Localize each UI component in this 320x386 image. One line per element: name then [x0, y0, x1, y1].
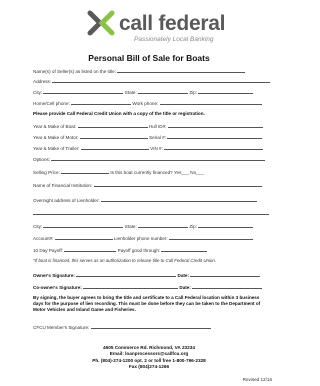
account-field[interactable]: [54, 234, 113, 240]
lien-city-state-zip-row: City: State: Zip:: [33, 222, 254, 229]
work-phone-field[interactable]: [159, 99, 262, 105]
lien-city-label: City:: [33, 224, 43, 229]
financial-institution-row: Name of Financial Institution:: [33, 181, 262, 188]
hull-id-field[interactable]: [167, 122, 263, 128]
year-make-trailer-field[interactable]: [80, 144, 149, 150]
vin-label: VIN #:: [150, 146, 163, 151]
financial-institution-label: Name of Financial Institution:: [33, 183, 93, 188]
city-state-zip-row: City: State: Zip:: [33, 88, 254, 95]
state-label: State:: [124, 90, 137, 95]
owner-signature-field[interactable]: [76, 271, 177, 277]
logo-tagline: Passionately Local Banking: [134, 36, 214, 43]
spacer-address-row: [33, 209, 269, 215]
footer: 4605 Commerce Rd. Richmond, VA 23234 Ema…: [0, 345, 298, 371]
address-row: Address:: [33, 77, 271, 84]
selling-price-label: Selling Price:: [33, 170, 60, 175]
lienholder-phone-field[interactable]: [168, 234, 253, 240]
work-phone-label: Work phone:: [132, 101, 159, 106]
overnight-address-row: Overnight address of Lienholder:: [33, 196, 257, 203]
owner-signature-label: Owner's Signature:: [33, 273, 75, 278]
cfcu-signature-field[interactable]: [90, 323, 211, 329]
sellers-name-label: Name(s) of Seller(s) as listed on the ti…: [33, 69, 116, 74]
payoff-good-through-label: Payoff good through:: [117, 248, 161, 253]
lien-zip-field[interactable]: [198, 222, 254, 228]
year-make-motor-field[interactable]: [79, 133, 148, 139]
boat-financed-label[interactable]: Is this boat currently financed? Yes___ …: [110, 170, 203, 175]
payoff-good-through-field[interactable]: [161, 246, 208, 252]
co-owner-date-label: Date:: [179, 285, 191, 290]
owner-date-label: Date:: [177, 273, 190, 278]
title-notice: Please provide Call Federal Credit Union…: [33, 111, 205, 116]
sellers-name-field[interactable]: [117, 67, 246, 73]
payoff-10day-label: 10 Day Payoff:: [33, 248, 64, 253]
call-federal-logo: call federal Passionately Local Banking: [86, 9, 225, 49]
overnight-address-line-2[interactable]: [33, 209, 269, 215]
cfcu-signature-row: CFCU Member's Signature:: [33, 323, 211, 330]
boat-row: Year & Make of Boat: Hull ID#:: [33, 122, 263, 129]
sellers-name-row: Name(s) of Seller(s) as listed on the ti…: [33, 67, 246, 74]
lien-state-field[interactable]: [138, 222, 189, 228]
owner-date-field[interactable]: [190, 271, 261, 277]
financial-institution-field[interactable]: [93, 181, 262, 187]
account-row: Account#: Lienholder phone number:: [33, 234, 253, 241]
cfcu-signature-label: CFCU Member's Signature:: [33, 325, 90, 330]
zip-field[interactable]: [198, 88, 254, 94]
co-owner-signature-field[interactable]: [83, 283, 179, 289]
form-title: Personal Bill of Sale for Boats: [88, 53, 210, 63]
year-make-boat-label: Year & Make of Boat:: [33, 124, 77, 129]
logo-name: call federal: [119, 12, 226, 35]
home-cell-phone-label: Home/Cell phone:: [33, 101, 70, 106]
address-label: Address:: [33, 79, 52, 84]
address-field[interactable]: [52, 77, 271, 83]
phone-row: Home/Cell phone: Work phone:: [33, 99, 262, 106]
lienholder-phone-label: Lienholder phone number:: [114, 236, 168, 241]
overnight-address-label: Overnight address of Lienholder:: [33, 198, 100, 203]
motor-row: Year & Make of Motor: Serial #:: [33, 133, 263, 140]
options-row: Options:: [33, 155, 266, 162]
financed-note: *If boat is financed, this serves as an …: [33, 258, 217, 263]
lien-state-label: State:: [124, 224, 137, 229]
owner-signature-row: Owner's Signature: Date:: [33, 271, 261, 278]
city-label: City:: [33, 90, 43, 95]
zip-label: Zip:: [189, 90, 197, 95]
selling-price-field[interactable]: [61, 168, 110, 174]
price-row: Selling Price: Is this boat currently fi…: [33, 168, 204, 175]
co-owner-signature-label: Co-owner's Signature:: [33, 285, 82, 290]
vin-field[interactable]: [164, 144, 264, 150]
year-make-boat-field[interactable]: [77, 122, 148, 128]
bill-of-sale-page: call federal Passionately Local Banking …: [0, 0, 298, 386]
year-make-motor-label: Year & Make of Motor:: [33, 135, 79, 140]
trailer-row: Year & Make of Trailer: VIN #:: [33, 144, 264, 151]
payoff-row: 10 Day Payoff: Payoff good through:: [33, 246, 208, 253]
co-owner-date-field[interactable]: [192, 283, 263, 289]
overnight-address-field[interactable]: [100, 196, 257, 202]
hull-id-label: Hull ID#:: [148, 124, 167, 129]
state-field[interactable]: [138, 88, 189, 94]
payoff-10day-field[interactable]: [64, 246, 117, 252]
revised-date: Revised 12/16: [242, 377, 272, 382]
options-field[interactable]: [51, 155, 266, 161]
home-cell-phone-field[interactable]: [71, 99, 132, 105]
serial-field[interactable]: [167, 133, 263, 139]
signing-paragraph: By signing, the buyer agrees to bring th…: [33, 295, 261, 312]
lien-city-field[interactable]: [43, 222, 124, 228]
serial-label: Serial #:: [149, 135, 166, 140]
logo-mark-icon: [87, 10, 115, 36]
account-label: Account#:: [33, 236, 54, 241]
lien-zip-label: Zip:: [189, 224, 197, 229]
year-make-trailer-label: Year & Make of Trailer:: [33, 146, 80, 151]
footer-fax: Fax (804)274-1266: [128, 364, 170, 370]
options-label: Options:: [33, 157, 51, 162]
co-owner-signature-row: Co-owner's Signature: Date:: [33, 283, 263, 290]
city-field[interactable]: [43, 88, 124, 94]
